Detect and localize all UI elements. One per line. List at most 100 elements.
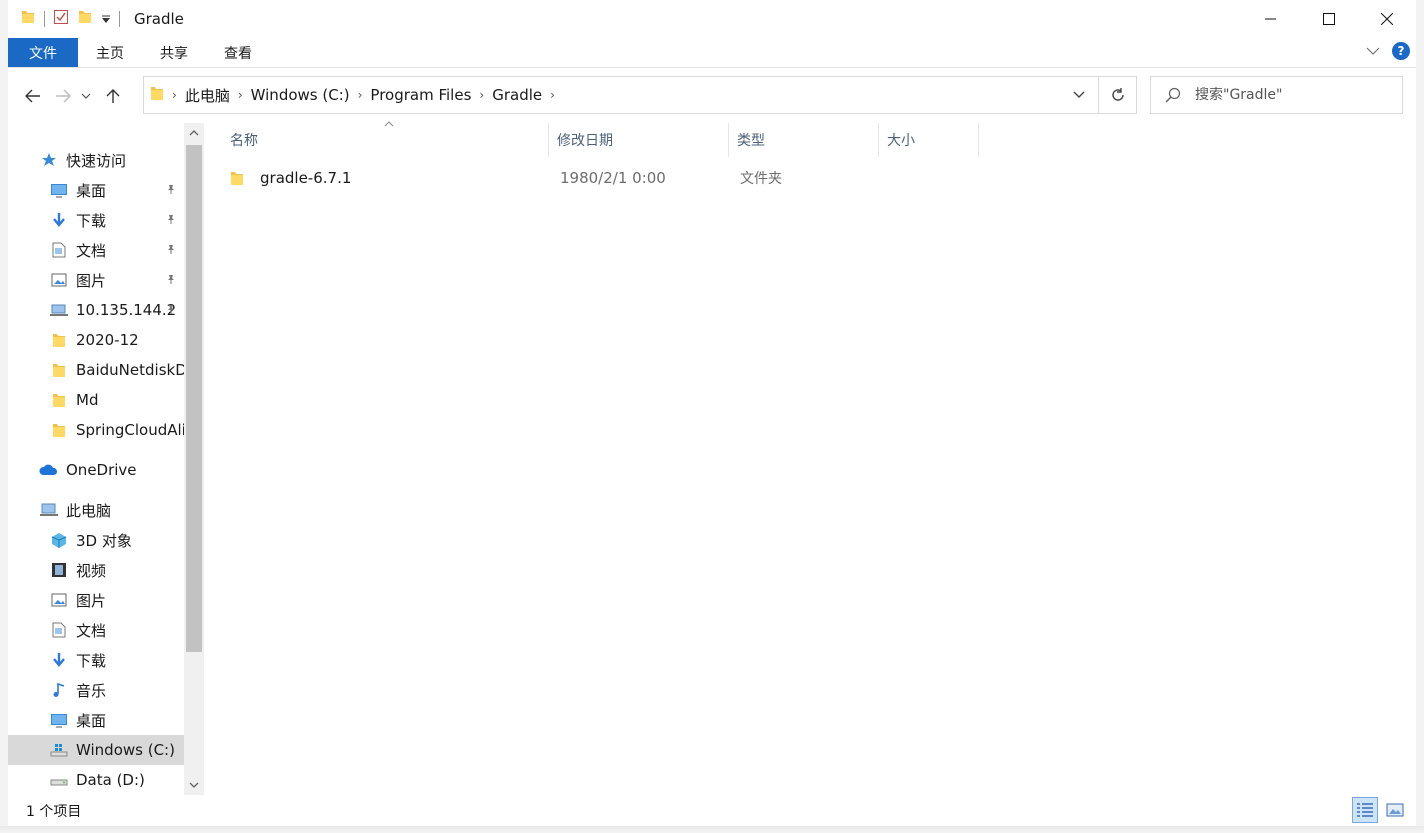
chevron-right-icon[interactable]: › — [477, 88, 486, 102]
sidebar-item[interactable]: 3D 对象 — [8, 525, 184, 555]
column-type[interactable]: 类型 — [729, 123, 879, 157]
crumb-program-files[interactable]: Program Files — [364, 86, 477, 104]
address-row: › 此电脑 › Windows (C:) › Program Files › G… — [8, 69, 1416, 123]
sidebar-item[interactable]: OneDrive — [8, 455, 184, 485]
up-button[interactable] — [98, 81, 128, 111]
tab-share[interactable]: 共享 — [142, 38, 206, 67]
customize-dropdown-icon[interactable] — [101, 10, 111, 28]
pictures-icon — [48, 592, 70, 608]
sidebar-item-label: 此电脑 — [66, 501, 112, 520]
view-switcher — [1348, 797, 1408, 823]
desktop-icon — [48, 712, 70, 728]
chevron-right-icon[interactable]: › — [356, 88, 365, 102]
sidebar-item[interactable]: 文档 — [8, 615, 184, 645]
folder-icon — [20, 9, 36, 29]
star-icon — [38, 152, 60, 168]
scroll-down-icon[interactable] — [184, 775, 204, 795]
sidebar-item-label: 3D 对象 — [76, 531, 132, 550]
address-history-button[interactable] — [1060, 77, 1098, 113]
details-view-button[interactable] — [1352, 797, 1378, 823]
sidebar-item-label: 2020-12 — [76, 331, 139, 349]
chevron-right-icon[interactable]: › — [236, 88, 245, 102]
column-size-label: 大小 — [887, 133, 915, 149]
column-modified-label: 修改日期 — [557, 133, 613, 149]
forward-button[interactable] — [48, 81, 78, 111]
help-icon[interactable]: ? — [1392, 42, 1410, 60]
search-icon — [1151, 87, 1195, 103]
file-name: gradle-6.7.1 — [260, 169, 352, 187]
large-icons-view-button[interactable] — [1382, 797, 1408, 823]
sidebar-item[interactable]: 音乐 — [8, 675, 184, 705]
column-size[interactable]: 大小 — [879, 123, 979, 157]
sidebar-item[interactable]: Data (D:) — [8, 765, 184, 795]
sidebar-item-label: 文档 — [76, 621, 107, 640]
sidebar-item[interactable]: 10.135.144.2 — [8, 295, 184, 325]
sidebar-item[interactable]: Md — [8, 385, 184, 415]
scroll-up-icon[interactable] — [184, 123, 204, 143]
sidebar-item-label: 音乐 — [76, 681, 107, 700]
window-controls — [1242, 0, 1416, 38]
sidebar-item[interactable]: 此电脑 — [8, 495, 184, 525]
crumb-windows-c[interactable]: Windows (C:) — [245, 86, 356, 104]
quick-access-toolbar — [8, 0, 128, 38]
sidebar-item[interactable]: BaiduNetdiskDo — [8, 355, 184, 385]
crumb-this-pc[interactable]: 此电脑 — [179, 85, 236, 106]
window-title: Gradle — [134, 10, 184, 28]
music-icon — [48, 682, 70, 698]
tab-view[interactable]: 查看 — [206, 38, 270, 67]
sidebar-item[interactable]: 下载 — [8, 205, 184, 235]
sort-ascending-icon — [384, 119, 394, 130]
search-box[interactable] — [1150, 76, 1403, 114]
address-bar[interactable]: › 此电脑 › Windows (C:) › Program Files › G… — [143, 76, 1137, 114]
title-bar: Gradle — [8, 0, 1416, 38]
sidebar-item[interactable]: 下载 — [8, 645, 184, 675]
back-button[interactable] — [18, 81, 48, 111]
file-modified: 1980/2/1 0:00 — [560, 169, 666, 187]
folder-icon — [48, 422, 70, 438]
scroll-thumb[interactable] — [186, 145, 202, 652]
sidebar-item-label: 快速访问 — [66, 151, 127, 170]
refresh-button[interactable] — [1098, 77, 1136, 113]
pin-icon — [166, 184, 176, 197]
sidebar-item-label: 下载 — [76, 651, 107, 670]
new-folder-icon[interactable] — [77, 9, 93, 29]
chevron-right-icon[interactable]: › — [170, 88, 179, 102]
column-name[interactable]: 名称 — [204, 121, 549, 157]
properties-icon[interactable] — [53, 9, 69, 29]
chevron-right-icon[interactable]: › — [548, 88, 557, 102]
folder-icon — [48, 362, 70, 378]
search-input[interactable] — [1195, 87, 1385, 103]
minimize-icon — [1265, 18, 1276, 20]
tab-home[interactable]: 主页 — [78, 38, 142, 67]
close-button[interactable] — [1358, 0, 1416, 38]
sidebar-item[interactable]: 文档 — [8, 235, 184, 265]
file-row[interactable]: gradle-6.7.1 1980/2/1 0:00 文件夹 — [230, 163, 990, 193]
sidebar-item[interactable]: Windows (C:) — [8, 735, 184, 765]
sidebar-item[interactable]: 图片 — [8, 585, 184, 615]
folder-icon — [48, 392, 70, 408]
sidebar-item[interactable]: 图片 — [8, 265, 184, 295]
expand-ribbon-icon[interactable] — [1366, 42, 1380, 60]
sidebar-item[interactable]: 视频 — [8, 555, 184, 585]
nav-scrollbar[interactable] — [184, 123, 204, 795]
sidebar-item[interactable]: 桌面 — [8, 705, 184, 735]
sidebar-item[interactable]: 桌面 — [8, 175, 184, 205]
sidebar-item[interactable]: 2020-12 — [8, 325, 184, 355]
navigation-pane: 快速访问 桌面 下载 文档 图片 10.135.144.2 2020-12 BaiduNetd… — [8, 123, 204, 795]
maximize-button[interactable] — [1300, 0, 1358, 38]
minimize-button[interactable] — [1242, 0, 1300, 38]
desktop-icon — [48, 182, 70, 198]
sidebar-item-label: Data (D:) — [76, 771, 145, 789]
recent-locations-button[interactable] — [78, 81, 94, 111]
sidebar-item[interactable]: 快速访问 — [8, 145, 184, 175]
sidebar-item-label: 图片 — [76, 591, 107, 610]
sidebar-item-label: SpringCloudAli — [76, 421, 184, 439]
sidebar-item[interactable]: SpringCloudAli — [8, 415, 184, 445]
tab-file[interactable]: 文件 — [8, 38, 78, 67]
sidebar-item-label: 图片 — [76, 271, 107, 290]
forward-arrow-icon — [56, 89, 71, 103]
crumb-gradle[interactable]: Gradle — [486, 86, 548, 104]
status-bar: 1 个项目 — [8, 795, 1416, 826]
maximize-icon — [1323, 13, 1335, 25]
column-modified[interactable]: 修改日期 — [549, 123, 729, 157]
